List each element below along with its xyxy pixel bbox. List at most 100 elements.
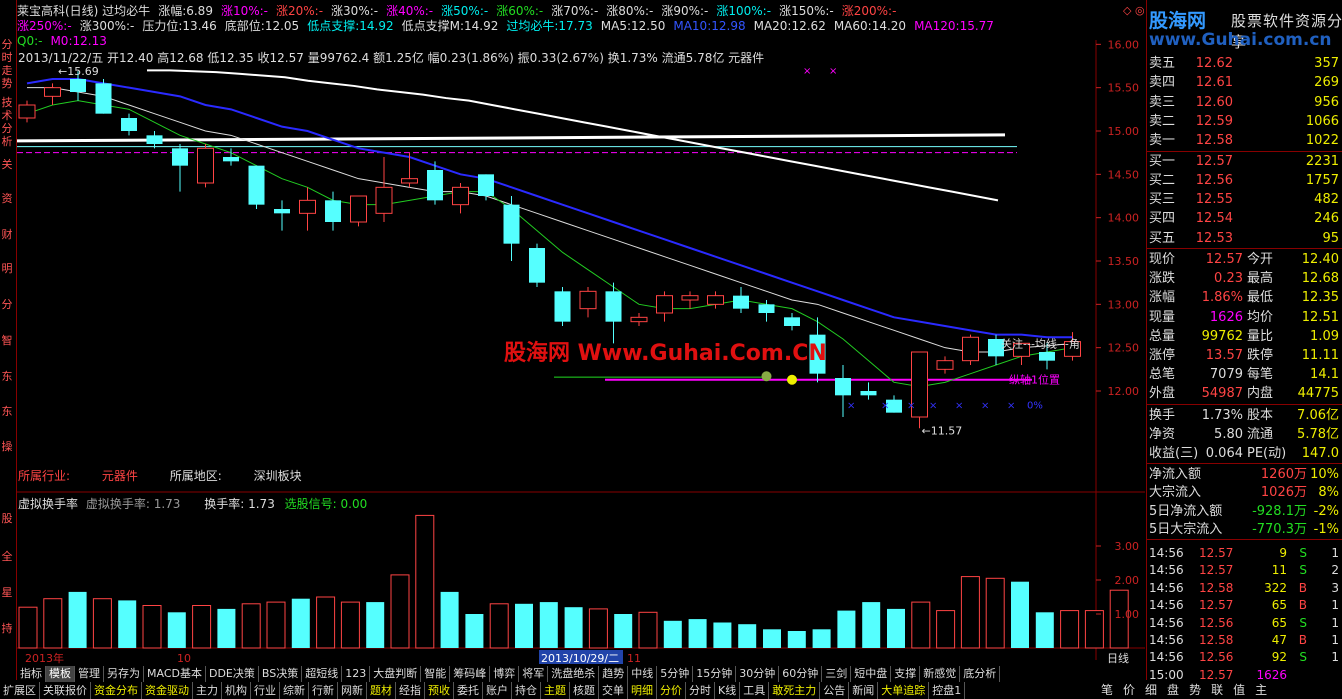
left-bar-item[interactable]: 财 — [0, 228, 14, 241]
indicator-tab[interactable]: MACD基本 — [144, 666, 206, 682]
function-tab[interactable]: 关联报价 — [40, 682, 91, 699]
indicator-tab[interactable]: 筹码峰 — [450, 666, 491, 682]
price-axis-label: 15.50 — [1108, 82, 1140, 95]
indicator-tab[interactable]: 洗盘绝杀 — [548, 666, 600, 682]
function-tab[interactable]: 经指 — [396, 682, 425, 699]
function-tab[interactable]: 分时 — [686, 682, 715, 699]
indicator-tab[interactable]: 新感觉 — [920, 666, 961, 682]
indicator-tab[interactable]: 智能 — [421, 666, 451, 682]
function-tab[interactable]: 主题 — [541, 682, 570, 699]
window-controls[interactable]: ◇ ◎ — [1123, 4, 1145, 17]
function-tab[interactable]: 预收 — [425, 682, 454, 699]
function-tab[interactable]: 交单 — [599, 682, 628, 699]
flow-value: -770.3万 — [1252, 522, 1307, 538]
stat-value: 12.51 — [1301, 309, 1339, 325]
flow-value: 1260万 — [1260, 466, 1307, 482]
indicator-tab[interactable]: 5分钟 — [657, 666, 694, 682]
book-label: 买一 — [1149, 153, 1176, 169]
function-tab[interactable]: 综新 — [280, 682, 309, 699]
indicator-tab[interactable]: 支撑 — [891, 666, 921, 682]
function-tab[interactable]: 扩展区 — [0, 682, 40, 699]
indicator-tab[interactable]: 三剑 — [822, 666, 852, 682]
vol-turnover: 换手率: 1.73 — [204, 497, 275, 511]
function-tab[interactable]: 资金驱动 — [142, 682, 193, 699]
left-bar-item[interactable]: 持 — [0, 622, 14, 635]
function-tab[interactable]: 控盘1 — [929, 682, 966, 699]
tick-row: 14:56 12.58 47 B 1 — [1147, 632, 1342, 649]
indicator-tab[interactable]: 指标 — [17, 666, 46, 682]
left-bar-item[interactable]: 操 — [0, 440, 14, 453]
book-qty: 2231 — [1305, 153, 1339, 169]
stat-label: 涨停 — [1149, 348, 1176, 363]
candle-down — [70, 79, 86, 92]
quote-tab[interactable]: 盘 — [1162, 682, 1184, 699]
indicator-tab[interactable]: 30分钟 — [736, 666, 780, 682]
quote-tab[interactable]: 价 — [1118, 682, 1140, 699]
indicator-tab[interactable]: 中线 — [628, 666, 658, 682]
function-tab[interactable]: 题材 — [367, 682, 396, 699]
indicator-tab[interactable]: 超短线 — [302, 666, 343, 682]
indicator-tab[interactable]: 模板 — [46, 666, 75, 682]
function-tab[interactable]: 网新 — [338, 682, 367, 699]
function-tab[interactable]: 机构 — [222, 682, 251, 699]
function-tab[interactable]: 大单追踪 — [878, 682, 930, 699]
book-qty: 1757 — [1305, 172, 1339, 188]
indicator-tab[interactable]: 15分钟 — [693, 666, 737, 682]
quote-tab[interactable]: 值 — [1228, 682, 1250, 699]
function-tab[interactable]: 账户 — [483, 682, 512, 699]
indicator-tab[interactable]: 将军 — [519, 666, 549, 682]
indicator-tab[interactable]: 大盘判断 — [370, 666, 422, 682]
quote-tab[interactable]: 细 — [1140, 682, 1162, 699]
left-bar-item[interactable]: 关 — [0, 158, 14, 171]
left-bar-item[interactable]: 分 — [0, 298, 14, 311]
left-bar-item[interactable]: 东 — [0, 370, 14, 383]
indicator-tab[interactable]: 博弈 — [490, 666, 520, 682]
tick-count: 1 — [1331, 650, 1339, 665]
stat-label: 跌停 — [1247, 348, 1274, 363]
indicator-tab[interactable]: 趋势 — [599, 666, 629, 682]
candle-down — [478, 174, 494, 196]
indicator-tab[interactable]: 123 — [342, 666, 371, 682]
stat-label: 净资 — [1149, 426, 1176, 442]
indicator-tab[interactable]: 短中盘 — [851, 666, 892, 682]
left-bar-item[interactable]: 资 — [0, 192, 14, 205]
function-tab[interactable]: 明细 — [628, 682, 657, 699]
function-tab[interactable]: 资金分布 — [91, 682, 142, 699]
function-tab[interactable]: 行业 — [251, 682, 280, 699]
function-tab[interactable]: K线 — [715, 682, 741, 699]
function-tab[interactable]: 行新 — [309, 682, 338, 699]
left-bar-item[interactable]: 全 — [0, 550, 14, 563]
left-bar-item[interactable]: 智 — [0, 334, 14, 347]
function-tab[interactable]: 敢死主力 — [769, 682, 821, 699]
function-tab[interactable]: 工具 — [740, 682, 770, 699]
left-bar-item[interactable]: 星 — [0, 586, 14, 599]
quote-tab[interactable]: 联 — [1206, 682, 1228, 699]
quote-tab[interactable]: 笔 — [1096, 682, 1118, 699]
quote-tab[interactable]: 主 — [1250, 682, 1272, 699]
indicator-tabs: 指标 模板 管理 另存为 MACD基本 DDE决策 BS决策 超短线 123 大盘判断 智能 筹码峰博… — [17, 666, 1142, 682]
left-bar-item[interactable]: 明 — [0, 262, 14, 275]
indicator-tab[interactable]: 60分钟 — [779, 666, 823, 682]
indicator-tab[interactable]: 管理 — [75, 666, 104, 682]
function-tab[interactable]: 主力 — [193, 682, 222, 699]
function-tab[interactable]: 委托 — [454, 682, 483, 699]
quote-tab[interactable]: 势 — [1184, 682, 1206, 699]
indicator-tab[interactable]: BS决策 — [259, 666, 303, 682]
price-axis-label: 16.00 — [1108, 38, 1140, 51]
indicator-tab[interactable]: 另存为 — [104, 666, 144, 682]
left-bar-item[interactable]: 股 — [0, 512, 14, 525]
function-tab[interactable]: 分价 — [657, 682, 686, 699]
left-bar-item[interactable]: 东 — [0, 405, 14, 418]
indicator-tab[interactable]: 底分析 — [960, 666, 1001, 682]
indicator-tab[interactable]: DDE决策 — [206, 666, 259, 682]
order-book-row: 买三 12.55 482 — [1147, 190, 1342, 209]
function-tab[interactable]: 公告 — [820, 682, 850, 699]
function-tab[interactable]: 持仓 — [512, 682, 541, 699]
tick-price: 12.58 — [1199, 633, 1234, 647]
volume-bar-down — [465, 614, 484, 648]
volume-bar-down — [515, 603, 533, 648]
function-tab[interactable]: 新闻 — [849, 682, 879, 699]
left-bar-item[interactable]: 分时走势 — [0, 38, 14, 90]
left-bar-item[interactable]: 技术分析 — [0, 96, 14, 148]
function-tab[interactable]: 核题 — [570, 682, 599, 699]
